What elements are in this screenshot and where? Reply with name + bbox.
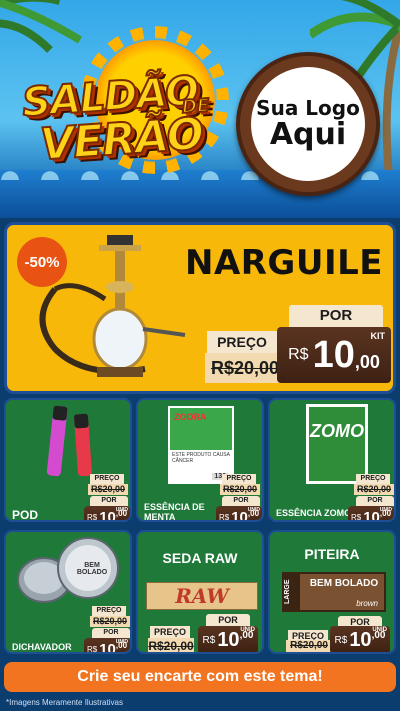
logo-text-line2: Aqui: [269, 116, 347, 152]
zomo-box-image: ZOMO: [306, 404, 368, 484]
product-card-piteira[interactable]: PITEIRA LARGE BEM BOLADO brown PREÇO R$2…: [268, 530, 396, 654]
new-price-label: POR: [90, 496, 128, 506]
unit-label: KIT: [370, 331, 386, 341]
discount-badge: -50%: [17, 237, 67, 287]
old-price: R$20,00: [286, 640, 332, 652]
old-price-label: PREÇO: [207, 331, 277, 353]
price-integer: 10: [231, 508, 248, 522]
new-price-label: POR: [289, 305, 383, 327]
price-integer: 10: [99, 508, 116, 522]
old-price: R$20,00: [148, 638, 194, 653]
disclaimer-text: *Imagens Meramente Ilustrativas: [6, 698, 123, 707]
old-price: R$20,00: [220, 484, 260, 495]
zoora-box-image: ZOORA ESTE PRODUTO CAUSA CÂNCER 136: [168, 406, 234, 484]
currency-symbol: R$: [86, 644, 98, 654]
old-price-label: PREÇO: [150, 626, 190, 638]
raw-brand: RAW: [175, 584, 229, 608]
featured-product-name: NARGUILE: [184, 243, 383, 283]
box-brand: ZOMO: [310, 421, 364, 441]
currency-symbol: R$: [334, 634, 348, 646]
currency-symbol: R$: [86, 512, 98, 522]
price-integer: 10: [99, 640, 116, 654]
raw-paper-image: RAW: [146, 582, 258, 610]
old-price-label: PREÇO: [356, 474, 390, 484]
product-name: DICHAVADOR: [12, 642, 72, 652]
new-price-label: POR: [356, 496, 394, 506]
product-name: SEDA RAW: [162, 550, 238, 566]
product-name-line1: ESSÊNCIA DE: [144, 502, 205, 512]
logo-text-line1: Sua Logo: [256, 95, 360, 120]
price-integer: 10: [217, 628, 240, 651]
piteira-box-image: LARGE BEM BOLADO brown: [282, 572, 386, 612]
price-box: UNID R$ 10 ,00: [84, 506, 130, 522]
banner-header: SALDÃO DE VERÃO Sua Logo Aqui: [0, 0, 400, 218]
product-name: ESSÊNCIA ZOMO: [276, 508, 352, 518]
old-price: R$20,00: [88, 484, 128, 495]
new-price-label: POR: [222, 496, 260, 506]
currency-symbol: R$: [350, 512, 362, 522]
piteira-brand-sub: brown: [356, 599, 378, 608]
unit-label: UNID: [379, 507, 392, 513]
unit-label: UNID: [115, 639, 128, 645]
unit-label: UNID: [115, 507, 128, 513]
price-integer: 10: [363, 508, 380, 522]
old-price-label: PREÇO: [222, 474, 256, 484]
price-box: UNID R$ 10 ,00: [216, 506, 262, 522]
price-box: UNID R$ 10 ,00: [198, 626, 258, 652]
currency-symbol: R$: [288, 346, 309, 363]
price-integer: 10: [312, 333, 355, 376]
product-name: ESSÊNCIA DE MENTA: [144, 502, 205, 522]
grinder-brand: BEM BOLADO: [76, 562, 108, 576]
product-card-seda-raw[interactable]: SEDA RAW RAW PREÇO R$20,00 POR UNID R$ 1…: [136, 530, 264, 654]
product-name-line2: MENTA: [144, 512, 176, 522]
unit-label: UNID: [247, 507, 260, 513]
old-price: R$20,00: [90, 616, 130, 627]
price-cents: ,00: [354, 352, 380, 372]
price-box: UNID R$ 10 ,00: [330, 626, 390, 652]
product-name: PITEIRA: [304, 546, 360, 562]
featured-product-card[interactable]: -50% NARGUILE PREÇO R$20,00 POR KIT R$ 1…: [4, 222, 396, 394]
logo-placeholder[interactable]: Sua Logo Aqui: [236, 52, 380, 196]
new-price-label: POR: [92, 628, 130, 638]
create-flyer-button[interactable]: Crie seu encarte com este tema!: [4, 662, 396, 692]
product-card-pod[interactable]: POD PREÇO R$20,00 POR UNID R$ 10 ,00: [4, 398, 132, 522]
piteira-brand: BEM BOLADO: [309, 578, 379, 589]
new-price-label: POR: [206, 614, 250, 626]
price-box: UNID R$ 10 ,00: [348, 506, 394, 522]
unit-label: UNID: [240, 627, 255, 633]
currency-symbol: R$: [202, 634, 216, 646]
box-warning: ESTE PRODUTO CAUSA CÂNCER: [172, 452, 230, 464]
old-price: R$20,00: [205, 353, 285, 383]
unit-label: UNID: [372, 627, 387, 633]
old-price-label: PREÇO: [92, 606, 126, 616]
vape-pod-image: [46, 405, 92, 477]
product-card-essencia-menta[interactable]: ZOORA ESTE PRODUTO CAUSA CÂNCER 136 ESSÊ…: [136, 398, 264, 522]
old-price-label: PREÇO: [90, 474, 124, 484]
price-box: KIT R$ 10 ,00: [277, 327, 391, 383]
product-name: POD: [12, 508, 39, 522]
product-card-essencia-zomo[interactable]: ZOMO ESSÊNCIA ZOMO PREÇO R$20,00 POR UNI…: [268, 398, 396, 522]
price-box: UNID R$ 10 ,00: [84, 638, 130, 654]
old-price: R$20,00: [354, 484, 394, 495]
currency-symbol: R$: [218, 512, 230, 522]
box-side-label: LARGE: [284, 574, 300, 610]
product-card-dichavador[interactable]: BEM BOLADO DICHAVADOR PREÇO R$20,00 POR …: [4, 530, 132, 654]
price-integer: 10: [349, 628, 372, 651]
box-brand: ZOORA: [174, 412, 207, 422]
